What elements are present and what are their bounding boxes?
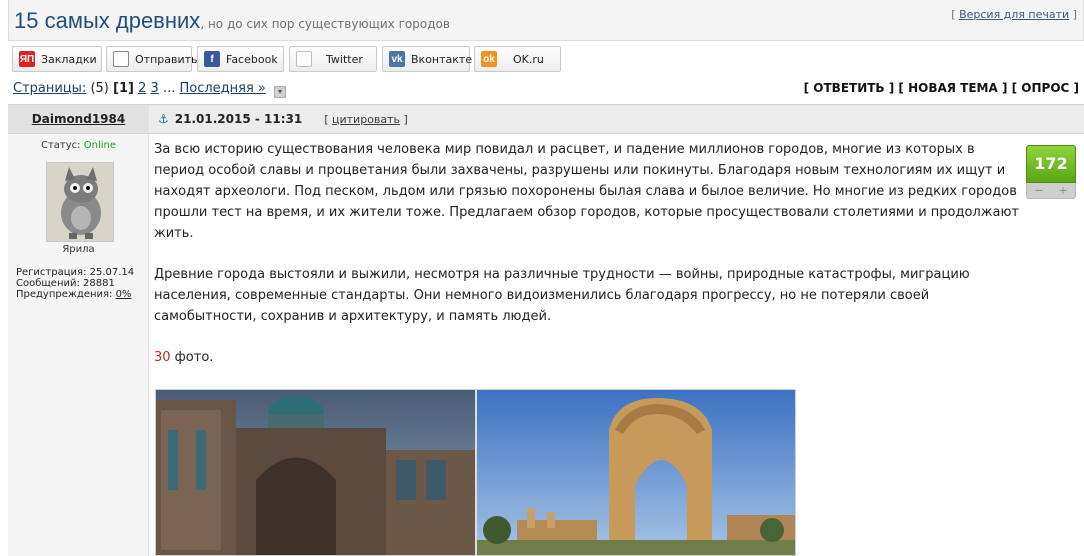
message-count: Сообщений: 28881 <box>16 278 115 289</box>
share-bookmarks-button[interactable]: ЯП Закладки <box>12 46 102 72</box>
photo-note: 30 фото. <box>154 347 1024 368</box>
warnings-label: Предупреждения: <box>16 289 113 300</box>
author-info: Регистрация: 25.07.14 Сообщений: 28881 П… <box>16 267 134 300</box>
photo-mosque[interactable] <box>156 390 475 555</box>
topic-title: 15 самых древних <box>14 8 201 33</box>
share-label: Вконтакте <box>411 52 473 66</box>
page-count: (5) <box>90 81 109 96</box>
topic-actions[interactable]: [ ОТВЕТИТЬ ] [ НОВАЯ ТЕМА ] [ ОПРОС ] <box>804 81 1079 95</box>
yandex-icon: ЯП <box>19 51 35 67</box>
anchor-icon[interactable]: ⚓ <box>158 112 169 126</box>
bracket: ] <box>1069 8 1077 21</box>
quote-link[interactable]: цитировать <box>332 113 400 126</box>
registration-date: Регистрация: 25.07.14 <box>16 267 135 278</box>
post-rating: 172 − + <box>1026 145 1076 199</box>
post-paragraph: Древние города выстояли и выжили, несмот… <box>154 267 970 324</box>
mail-icon: ✉ <box>113 51 129 67</box>
pages-label: Страницы: <box>13 81 87 96</box>
bracket: ] <box>400 113 408 126</box>
share-twitter-button[interactable]: t Twitter <box>289 46 377 72</box>
bracket: [ <box>951 8 960 21</box>
photo-suffix: фото. <box>170 350 214 365</box>
bracket: [ <box>324 113 333 126</box>
page-title: 15 самых древних, но до сих пор существу… <box>14 8 450 34</box>
pagination: Страницы: (5) [1] 2 3 ... Последняя » ▾ <box>13 81 287 98</box>
avatar-caption: Ярила <box>62 244 95 255</box>
rating-minus-button[interactable]: − <box>1034 184 1043 197</box>
share-label: OK.ru <box>513 52 544 66</box>
cat-avatar-icon <box>47 163 113 241</box>
share-label: Отправить <box>135 52 198 66</box>
print-version: [ Версия для печати ] <box>951 8 1077 21</box>
post-body: За всю историю существования человека ми… <box>154 139 1024 388</box>
chevron-down-icon[interactable]: ▾ <box>274 86 287 98</box>
share-facebook-button[interactable]: f Facebook <box>197 46 284 72</box>
rating-value: 172 <box>1026 145 1076 183</box>
photo-arch[interactable] <box>477 390 795 555</box>
last-page-link[interactable]: Последняя » <box>179 81 265 96</box>
post-header: Daimond1984 ⚓ 21.01.2015 - 11:31 [ цитиров… <box>8 104 1084 134</box>
share-okru-button[interactable]: ok OK.ru <box>474 46 561 72</box>
print-version-link[interactable]: Версия для печати <box>959 8 1069 21</box>
pager-ellipsis: ... <box>162 81 176 96</box>
post-paragraph: За всю историю существования человека ми… <box>154 142 1019 241</box>
page-link-2[interactable]: 2 <box>138 81 146 96</box>
author-status: Статус: Online <box>8 140 149 151</box>
share-label: Закладки <box>41 52 97 66</box>
author-panel: Статус: Online Ярила Регистрация: 25.07.… <box>8 134 149 556</box>
arch-image <box>477 390 795 555</box>
facebook-icon: f <box>204 51 220 67</box>
photo-count: 30 <box>154 350 171 365</box>
status-label: Статус: <box>41 140 81 151</box>
photo-strip <box>155 389 796 556</box>
avatar[interactable] <box>46 162 114 242</box>
share-email-button[interactable]: ✉ Отправить <box>106 46 198 72</box>
share-vkontakte-button[interactable]: vk Вконтакте <box>382 46 473 72</box>
rating-plus-button[interactable]: + <box>1058 184 1067 197</box>
author-link[interactable]: Daimond1984 <box>8 105 149 133</box>
share-label: Twitter <box>326 52 363 66</box>
post-date: 21.01.2015 - 11:31 <box>174 112 303 126</box>
share-label: Facebook <box>226 52 278 66</box>
mosque-image <box>156 390 475 555</box>
page-link-3[interactable]: 3 <box>151 81 159 96</box>
current-page: [1] <box>113 81 134 96</box>
rating-controls: − + <box>1026 183 1076 199</box>
warnings: Предупреждения: 0% <box>16 289 134 300</box>
topic-subtitle: , но до сих пор существующих городов <box>200 17 450 31</box>
vkontakte-icon: vk <box>389 51 405 67</box>
warnings-link[interactable]: 0% <box>116 289 132 300</box>
post-meta: ⚓ 21.01.2015 - 11:31 [ цитировать ] <box>158 105 408 133</box>
twitter-icon: t <box>296 51 312 67</box>
status-online: Online <box>83 140 116 151</box>
odnoklassniki-icon: ok <box>481 51 497 67</box>
topic-header: 15 самых древних, но до сих пор существу… <box>8 0 1084 41</box>
quote-control: [ цитировать ] <box>324 113 408 126</box>
